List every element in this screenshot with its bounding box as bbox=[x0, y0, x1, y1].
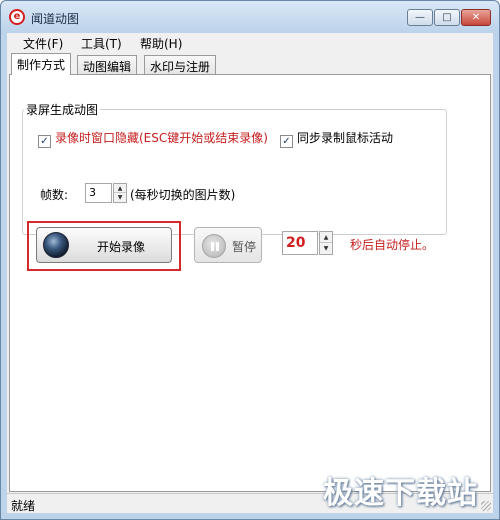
auto-stop-label: 秒后自动停止。 bbox=[350, 238, 435, 252]
tab-make-mode[interactable]: 制作方式 bbox=[11, 53, 72, 75]
watermark-text: 极速下载站 bbox=[323, 476, 478, 511]
maximize-button[interactable]: □ bbox=[434, 9, 460, 26]
resize-grip-icon[interactable] bbox=[481, 501, 491, 511]
menu-file[interactable]: 文件(F) bbox=[23, 35, 63, 52]
spin-up-icon[interactable]: ▲ bbox=[114, 184, 126, 193]
auto-stop-seconds-input[interactable]: 20 bbox=[282, 231, 318, 255]
record-group-box bbox=[22, 109, 447, 235]
spin-down-icon[interactable]: ▼ bbox=[114, 193, 126, 202]
close-button[interactable]: ✕ bbox=[461, 9, 491, 26]
record-mouse-option[interactable]: ✓ 同步录制鼠标活动 bbox=[280, 129, 393, 148]
record-group-title: 录屏生成动图 bbox=[24, 101, 101, 118]
menu-tools[interactable]: 工具(T) bbox=[81, 35, 122, 52]
camera-lens-icon bbox=[43, 232, 69, 258]
tab-gif-edit[interactable]: 动图编辑 bbox=[77, 55, 138, 75]
hide-window-option[interactable]: ✓ 录像时窗口隐藏(ESC键开始或结束录像) bbox=[38, 129, 268, 148]
fps-spinner[interactable]: ▲ ▼ bbox=[113, 183, 127, 203]
seconds-spinner[interactable]: ▲ ▼ bbox=[319, 231, 333, 255]
start-recording-button[interactable]: 开始录像 bbox=[36, 227, 172, 263]
title-bar[interactable]: e 闻道动图 — □ ✕ bbox=[1, 1, 499, 33]
pause-icon bbox=[202, 234, 226, 258]
pause-label: 暂停 bbox=[232, 240, 257, 254]
fps-input[interactable]: 3 bbox=[85, 183, 112, 203]
tab-panel: 录屏生成动图 ✓ 录像时窗口隐藏(ESC键开始或结束录像) ✓ 同步录制鼠标活动 帧… bbox=[9, 74, 491, 492]
record-mouse-label: 同步录制鼠标活动 bbox=[297, 131, 394, 145]
record-mouse-checkbox[interactable]: ✓ bbox=[280, 135, 293, 148]
app-logo-icon: e bbox=[9, 9, 25, 25]
fps-hint: (每秒切换的图片数) bbox=[130, 188, 236, 202]
menu-bar: 文件(F) 工具(T) 帮助(H) bbox=[7, 33, 493, 51]
hide-window-label: 录像时窗口隐藏(ESC键开始或结束录像) bbox=[55, 131, 268, 145]
pause-button[interactable]: 暂停 bbox=[194, 227, 262, 263]
spin-up-icon[interactable]: ▲ bbox=[320, 232, 332, 243]
status-text: 就绪 bbox=[11, 499, 36, 513]
menu-help[interactable]: 帮助(H) bbox=[140, 35, 182, 52]
window-title: 闻道动图 bbox=[31, 12, 80, 26]
minimize-button[interactable]: — bbox=[407, 9, 433, 26]
hide-window-checkbox[interactable]: ✓ bbox=[38, 135, 51, 148]
start-recording-label: 开始录像 bbox=[97, 240, 146, 254]
tab-watermark-register[interactable]: 水印与注册 bbox=[144, 55, 217, 75]
app-window: e 闻道动图 — □ ✕ 文件(F) 工具(T) 帮助(H) 制作方式 动图编辑… bbox=[0, 0, 500, 520]
fps-label: 帧数: bbox=[40, 188, 69, 202]
tab-strip: 制作方式 动图编辑 水印与注册 bbox=[9, 53, 493, 75]
spin-down-icon[interactable]: ▼ bbox=[320, 243, 332, 254]
client-area: 文件(F) 工具(T) 帮助(H) 制作方式 动图编辑 水印与注册 录屏生成动图… bbox=[7, 33, 493, 513]
